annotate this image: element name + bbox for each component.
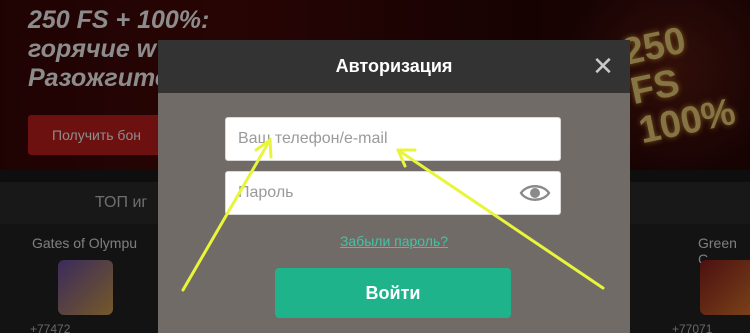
- eye-icon[interactable]: [519, 181, 551, 205]
- login-button[interactable]: Войти: [275, 268, 511, 318]
- modal-header: Авторизация ✕: [158, 40, 630, 93]
- login-field[interactable]: [225, 117, 561, 161]
- close-icon[interactable]: ✕: [590, 53, 616, 79]
- forgot-password-link[interactable]: Забыли пароль?: [328, 233, 460, 249]
- password-input[interactable]: [226, 172, 560, 214]
- modal-title: Авторизация: [335, 56, 453, 76]
- auth-modal: Авторизация ✕ Забыли пароль? Войти: [158, 40, 630, 333]
- login-input[interactable]: [226, 118, 560, 160]
- password-field[interactable]: [225, 171, 561, 215]
